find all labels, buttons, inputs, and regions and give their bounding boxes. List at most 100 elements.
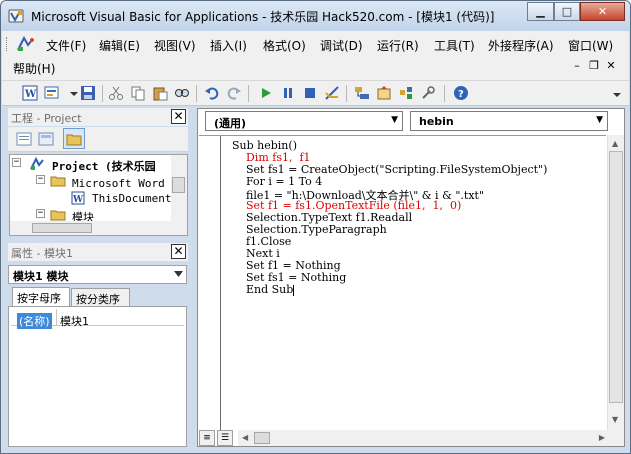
scroll-down-icon[interactable]: ▼ [612,415,618,424]
menu-view[interactable]: 视图(V) [154,37,196,54]
menu-grip[interactable] [6,37,9,51]
margin-indicator-bar[interactable] [199,136,221,431]
stop-icon[interactable] [302,85,318,101]
word-icon[interactable]: W [22,85,38,101]
full-module-view-icon[interactable]: ☰ [217,430,233,446]
properties-panel-title: 属性 - 模块1 [11,247,73,260]
tab-categorized[interactable]: 按分类序 [71,288,130,306]
vba-project-icon [30,157,44,170]
property-value[interactable]: 模块1 [60,313,89,329]
paste-icon[interactable] [152,85,168,101]
menu-edit[interactable]: 编辑(E) [99,37,140,54]
object-browser-icon[interactable] [398,85,414,101]
property-grid: (名称) 模块1 [8,306,187,447]
svg-text:W: W [72,195,84,205]
minimize-icon: ▁ [536,5,545,18]
pause-icon[interactable] [280,85,296,101]
code-window: (通用) ▼ hebin ▼ Sub hebin() Dim fs1, f1 S… [197,108,625,447]
tree-item-label: Project (技术乐园 [52,160,156,173]
menu-addins[interactable]: 外接程序(A) [488,37,554,54]
tab-alphabetic[interactable]: 按字母序 [12,287,70,307]
properties-panel-close-icon[interactable]: ✕ [171,244,186,259]
mdi-close-icon[interactable]: ✕ [605,60,617,72]
project-panel-title: 工程 - Project [11,112,82,125]
procedure-view-icon[interactable]: ≡ [199,430,215,446]
object-select[interactable]: 模块1 模块 [8,265,187,284]
property-key: (名称) [17,313,52,329]
tree-vertical-scrollbar[interactable] [171,155,187,235]
code-line-last[interactable]: End Sub [232,283,295,296]
mdi-restore-icon[interactable]: ❐ [588,60,600,72]
scroll-left-icon[interactable]: ◀ [242,433,248,442]
maximize-button[interactable]: □ [554,2,580,21]
menu-debug[interactable]: 调试(D) [320,37,363,54]
design-mode-icon[interactable] [324,85,340,101]
chevron-down-icon[interactable]: ▼ [596,115,603,125]
cut-icon[interactable] [108,85,124,101]
title-bar[interactable]: Microsoft Visual Basic for Applications … [1,1,630,31]
close-button[interactable]: ✕ [580,2,625,21]
code-editor[interactable]: Sub hebin() Dim fs1, f1 Set fs1 = Create… [199,135,606,431]
object-select-value: 模块1 模块 [13,270,69,283]
standard-toolbar: W ? [2,81,629,106]
procedure-combo-value: hebin [419,115,454,128]
collapse-icon[interactable]: − [36,175,45,184]
collapse-icon[interactable]: − [12,158,21,167]
undo-icon[interactable] [204,85,220,101]
object-combo[interactable]: (通用) ▼ [205,111,403,131]
word-app-icon[interactable] [16,36,36,52]
redo-icon[interactable] [226,85,242,101]
minimize-button[interactable]: ▁ [527,2,554,21]
toolbar-options-icon[interactable] [611,85,623,101]
chevron-down-icon[interactable]: ▼ [391,115,398,125]
copy-icon[interactable] [130,85,146,101]
tab-label: 按字母序 [17,292,61,305]
scroll-thumb[interactable] [254,432,270,444]
toolbar-separator [196,85,197,102]
scroll-up-icon[interactable]: ▲ [612,139,618,148]
menu-run[interactable]: 运行(R) [377,37,419,54]
menu-bar: 文件(F) 编辑(E) 视图(V) 插入(I) 格式(O) 调试(D) 运行(R… [2,31,629,81]
menu-format[interactable]: 格式(O) [263,37,306,54]
view-code-icon[interactable] [16,131,32,147]
project-panel-toolbar [8,127,188,152]
mdi-minimize-icon[interactable]: – [571,60,583,72]
insert-object-icon[interactable] [44,85,60,101]
save-icon[interactable] [80,85,96,101]
close-icon: ✕ [597,5,608,18]
menu-window[interactable]: 窗口(W) [568,37,613,54]
help-icon[interactable]: ? [453,85,469,101]
project-panel-close-icon[interactable]: ✕ [171,109,186,124]
view-object-icon[interactable] [38,131,54,147]
scroll-thumb[interactable] [172,177,185,193]
word-document-icon: W [71,191,85,205]
svg-text:?: ? [458,89,464,100]
menu-help[interactable]: 帮助(H) [13,60,55,77]
menu-tools[interactable]: 工具(T) [434,37,475,54]
procedure-combo[interactable]: hebin ▼ [410,111,608,131]
tree-item-label: ThisDocument [92,192,172,205]
toolbox-icon[interactable] [420,85,436,101]
scroll-thumb[interactable] [609,151,623,403]
toggle-folders-button[interactable] [63,128,85,149]
tree-horizontal-scrollbar[interactable] [10,221,173,235]
menu-file[interactable]: 文件(F) [46,37,86,54]
vba-editor-window: Microsoft Visual Basic for Applications … [0,0,631,454]
property-row-name[interactable]: (名称) 模块1 [11,309,184,329]
collapse-icon[interactable]: − [36,209,45,218]
toolbar-separator [346,85,347,102]
code-line-text[interactable]: End Sub [232,283,293,296]
menu-insert[interactable]: 插入(I) [210,37,247,54]
code-vertical-scrollbar[interactable]: ▲ ▼ [607,135,624,430]
folder-icon [66,134,82,146]
folder-open-icon [50,210,66,221]
run-icon[interactable] [258,85,274,101]
scroll-right-icon[interactable]: ▶ [599,433,605,442]
scroll-thumb[interactable] [32,223,92,233]
project-explorer-icon[interactable] [354,85,370,101]
find-icon[interactable] [174,85,190,101]
code-horizontal-scrollbar[interactable]: ◀ ▶ [238,430,609,446]
tree-item-label: Microsoft Word 对 [72,177,183,190]
properties-icon[interactable] [376,85,392,101]
chevron-down-icon[interactable] [174,271,183,278]
